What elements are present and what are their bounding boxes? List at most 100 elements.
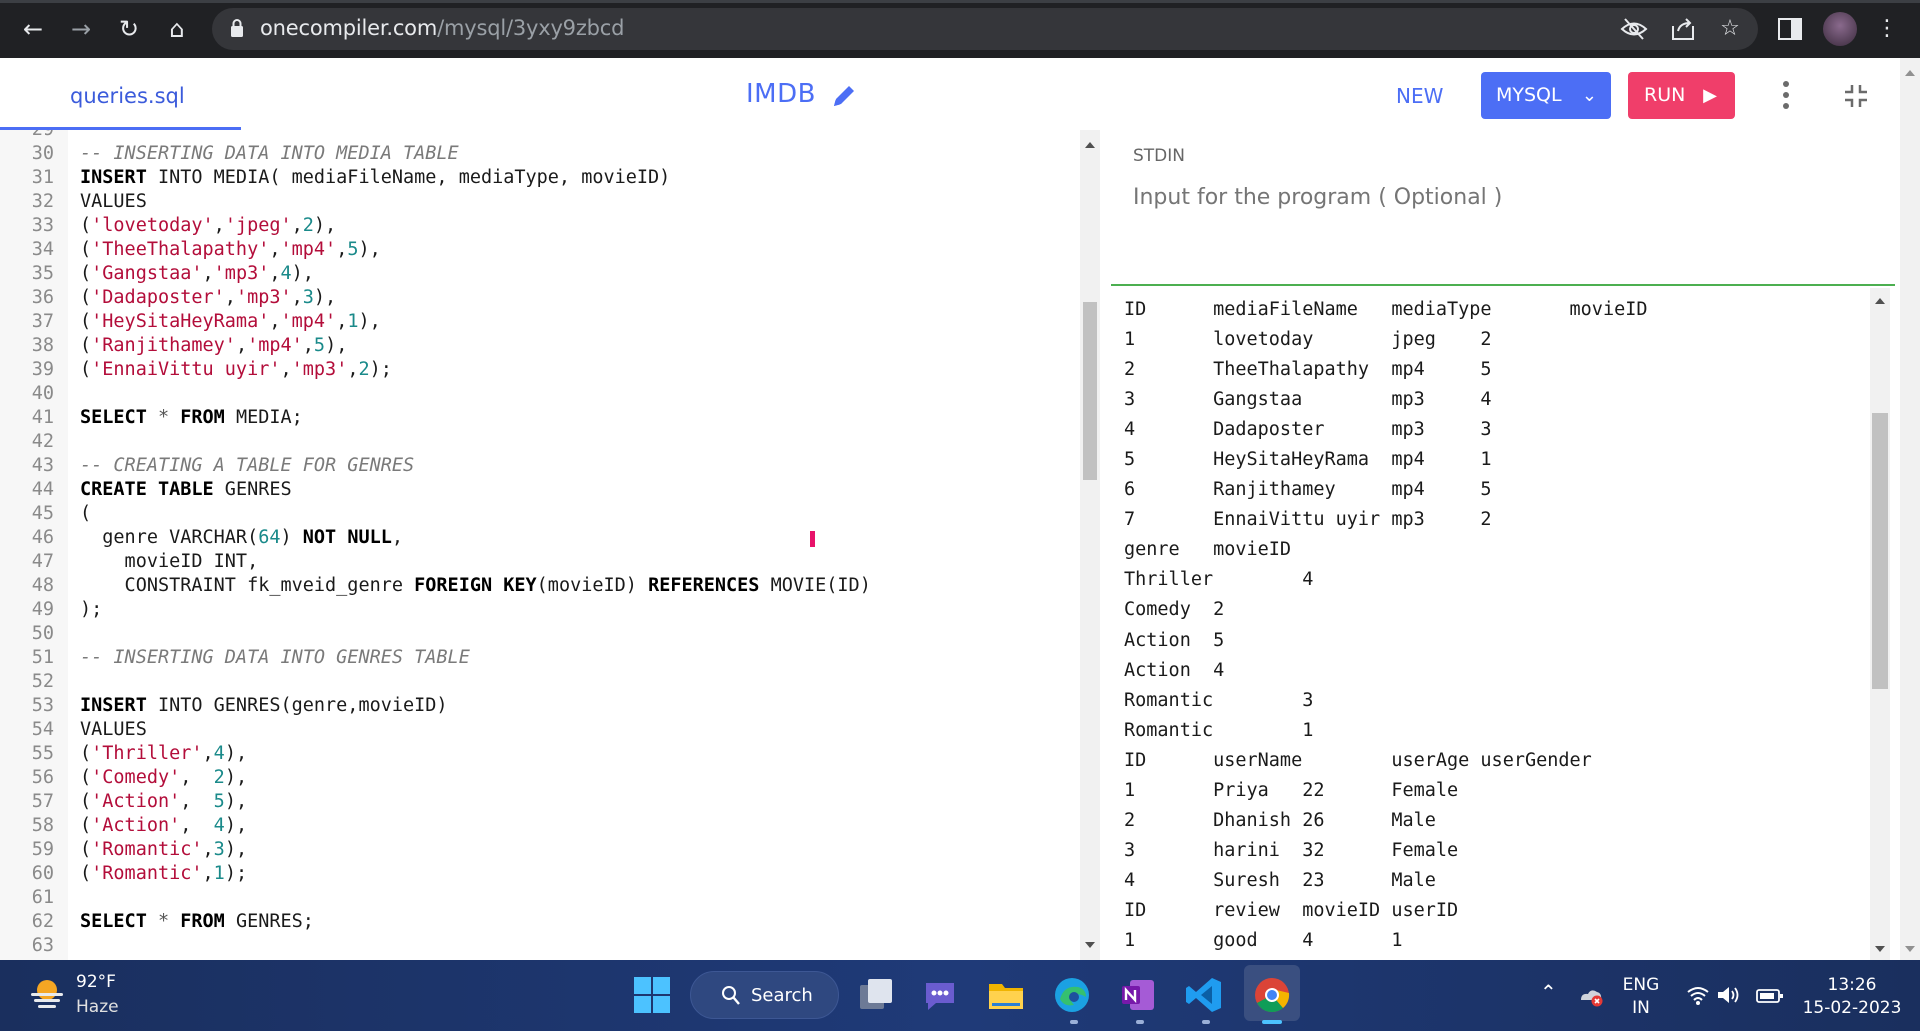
code-line[interactable]: 56 ('Comedy', 2), [0,766,1080,790]
teams-chat-icon[interactable] [920,975,960,1015]
scroll-down-icon[interactable] [1875,946,1885,952]
chrome-browser-icon[interactable] [1252,975,1292,1015]
code-text[interactable]: movieID INT, [80,550,259,574]
taskbar-search[interactable]: Search [690,971,839,1019]
code-text[interactable]: ('Comedy', 2), [80,766,247,790]
code-line[interactable]: 34 ('TheeThalapathy','mp4',5), [0,238,1080,262]
page-scrollbar[interactable] [1900,58,1920,960]
windows-start-icon[interactable] [632,975,672,1015]
tray-overflow-chevron-icon[interactable]: ⌃ [1540,980,1557,1004]
code-line[interactable]: 50 [0,622,1080,646]
code-text[interactable]: ('Action', 5), [80,790,247,814]
reload-icon[interactable]: ↻ [112,12,146,46]
new-button[interactable]: NEW [1396,84,1443,108]
code-text[interactable]: VALUES [80,190,147,214]
code-line[interactable]: 52 [0,670,1080,694]
onedrive-error-icon[interactable] [1578,984,1604,1008]
language-indicator-line2[interactable]: IN [1620,998,1662,1018]
back-icon[interactable]: ← [16,12,50,46]
code-text[interactable]: ( [80,502,91,526]
more-options-icon[interactable] [1776,78,1796,112]
code-line[interactable]: 40 [0,382,1080,406]
profile-avatar[interactable] [1823,12,1857,46]
code-text[interactable]: -- CREATING A TABLE FOR GENRES [80,454,414,478]
code-line[interactable]: 38 ('Ranjithamey','mp4',5), [0,334,1080,358]
code-line[interactable]: 47 movieID INT, [0,550,1080,574]
code-text[interactable]: ('EnnaiVittu uyir','mp3',2); [80,358,392,382]
language-indicator-line1[interactable]: ENG [1620,975,1662,995]
code-line[interactable]: 61 [0,886,1080,910]
code-line[interactable]: 41 SELECT * FROM MEDIA; [0,406,1080,430]
weather-haze-icon[interactable] [28,975,66,1013]
file-tab-queries[interactable]: queries.sql [70,84,185,108]
code-line[interactable]: 62 SELECT * FROM GENRES; [0,910,1080,934]
code-line[interactable]: 30 -- INSERTING DATA INTO MEDIA TABLE [0,142,1080,166]
bookmark-star-icon[interactable]: ☆ [1713,12,1747,46]
task-view-icon[interactable] [856,975,896,1015]
share-icon[interactable] [1670,16,1696,42]
code-line[interactable]: 29 [0,130,1080,142]
run-button[interactable]: RUN ▶ [1628,72,1735,119]
code-text[interactable]: ('Gangstaa','mp3',4), [80,262,314,286]
code-text[interactable]: ('lovetoday','jpeg',2), [80,214,336,238]
output-scroll-thumb[interactable] [1872,413,1888,689]
code-lines[interactable]: 2930-- INSERTING DATA INTO MEDIA TABLE31… [0,130,1080,958]
code-text[interactable]: genre VARCHAR(64) NOT NULL, [80,526,403,550]
code-line[interactable]: 54 VALUES [0,718,1080,742]
code-line[interactable]: 57 ('Action', 5), [0,790,1080,814]
url-text[interactable]: onecompiler.com/mysql/3yxy9zbcd [260,16,624,40]
code-line[interactable]: 35 ('Gangstaa','mp3',4), [0,262,1080,286]
vscode-icon[interactable] [1184,975,1224,1015]
code-text[interactable]: ('HeySitaHeyRama','mp4',1), [80,310,381,334]
code-text[interactable]: ); [80,598,102,622]
weather-temperature[interactable]: 92°F [76,972,116,992]
code-text[interactable]: ('Romantic',3), [80,838,247,862]
code-text[interactable]: INSERT INTO GENRES(genre,movieID) [80,694,448,718]
code-text[interactable]: ('Thriller',4), [80,742,247,766]
onenote-icon[interactable] [1118,975,1158,1015]
scroll-up-icon[interactable] [1875,298,1885,304]
editor-scroll-thumb[interactable] [1083,302,1097,480]
code-text[interactable]: INSERT INTO MEDIA( mediaFileName, mediaT… [80,166,670,190]
language-select-button[interactable]: MYSQL ⌄ [1481,72,1611,119]
code-text[interactable]: SELECT * FROM GENRES; [80,910,314,934]
code-line[interactable]: 39 ('EnnaiVittu uyir','mp3',2); [0,358,1080,382]
code-text[interactable]: ('Romantic',1); [80,862,247,886]
code-line[interactable]: 43 -- CREATING A TABLE FOR GENRES [0,454,1080,478]
code-line[interactable]: 53 INSERT INTO GENRES(genre,movieID) [0,694,1080,718]
battery-icon[interactable] [1756,988,1784,1004]
code-line[interactable]: 42 [0,430,1080,454]
code-text[interactable]: ('TheeThalapathy','mp4',5), [80,238,381,262]
code-text[interactable]: ('Action', 4), [80,814,247,838]
code-line[interactable]: 46 genre VARCHAR(64) NOT NULL, [0,526,1080,550]
compress-icon[interactable] [1843,83,1869,109]
code-text[interactable]: -- INSERTING DATA INTO MEDIA TABLE [80,142,459,166]
code-text[interactable]: ('Ranjithamey','mp4',5), [80,334,347,358]
code-line[interactable]: 32 VALUES [0,190,1080,214]
clock-time[interactable]: 13:26 [1800,975,1904,995]
code-line[interactable]: 36 ('Dadaposter','mp3',3), [0,286,1080,310]
output-scrollbar[interactable] [1870,288,1890,960]
forward-icon[interactable]: → [64,12,98,46]
wifi-icon[interactable] [1686,984,1710,1006]
code-editor[interactable]: 2930-- INSERTING DATA INTO MEDIA TABLE31… [0,130,1092,960]
edge-browser-icon[interactable] [1052,975,1092,1015]
code-line[interactable]: 63 [0,934,1080,958]
code-line[interactable]: 37 ('HeySitaHeyRama','mp4',1), [0,310,1080,334]
file-explorer-icon[interactable] [986,975,1026,1015]
code-text[interactable]: -- INSERTING DATA INTO GENRES TABLE [80,646,470,670]
side-panel-icon[interactable] [1778,18,1802,40]
code-text[interactable]: CREATE TABLE GENRES [80,478,292,502]
code-line[interactable]: 33 ('lovetoday','jpeg',2), [0,214,1080,238]
code-line[interactable]: 55 ('Thriller',4), [0,742,1080,766]
editor-scrollbar[interactable] [1080,130,1100,960]
code-line[interactable]: 59 ('Romantic',3), [0,838,1080,862]
clock-date[interactable]: 15-02-2023 [1800,998,1904,1018]
home-icon[interactable]: ⌂ [160,12,194,46]
code-text[interactable]: SELECT * FROM MEDIA; [80,406,303,430]
code-line[interactable]: 44 CREATE TABLE GENRES [0,478,1080,502]
code-line[interactable]: 49); [0,598,1080,622]
chrome-menu-icon[interactable]: ⋮ [1870,12,1904,46]
code-line[interactable]: 58 ('Action', 4), [0,814,1080,838]
scroll-up-icon[interactable] [1085,142,1095,148]
